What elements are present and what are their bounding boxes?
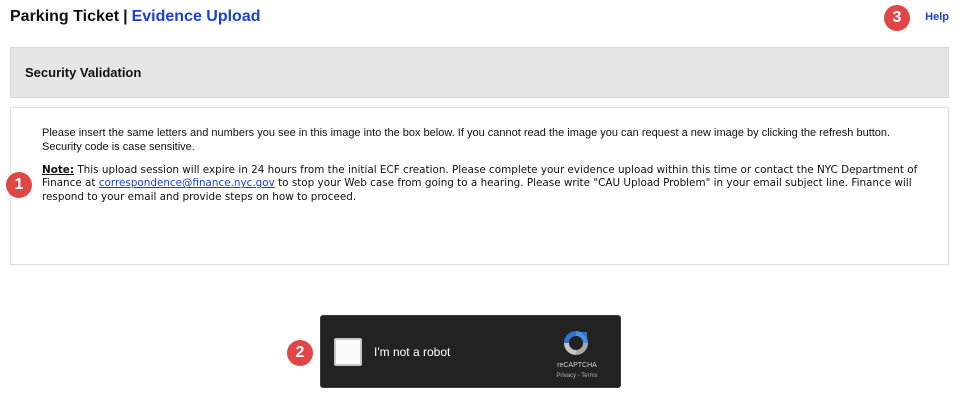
evidence-upload-link[interactable]: Evidence Upload bbox=[132, 8, 261, 25]
annotation-marker-2: 2 bbox=[287, 340, 313, 366]
recaptcha-brand: reCAPTCHA bbox=[557, 362, 597, 369]
not-robot-checkbox[interactable] bbox=[334, 338, 362, 366]
email-link[interactable]: correspondence@finance.nyc.gov bbox=[99, 177, 275, 189]
privacy-link[interactable]: Privacy bbox=[556, 373, 576, 379]
captcha-instructions: Please insert the same letters and numbe… bbox=[42, 127, 891, 153]
security-validation-header: Security Validation bbox=[10, 47, 949, 98]
security-validation-panel: Please insert the same letters and numbe… bbox=[10, 107, 949, 265]
upload-note: Note: This upload session will expire in… bbox=[42, 164, 928, 204]
title-separator: | bbox=[123, 8, 128, 25]
page-header: Parking Ticket | Evidence Upload bbox=[10, 8, 261, 26]
page-title: Parking Ticket bbox=[10, 8, 120, 25]
section-heading: Security Validation bbox=[25, 65, 142, 80]
recaptcha-widget: I'm not a robot reCAPTCHA Privacy - Term… bbox=[320, 315, 621, 388]
annotation-marker-1: 1 bbox=[6, 172, 32, 198]
note-label: Note: bbox=[42, 164, 75, 176]
not-robot-label: I'm not a robot bbox=[374, 345, 451, 359]
annotation-marker-3: 3 bbox=[884, 5, 910, 31]
terms-link[interactable]: Terms bbox=[581, 373, 597, 379]
recaptcha-logo-icon bbox=[564, 331, 588, 355]
recaptcha-links: Privacy - Terms bbox=[547, 373, 607, 379]
help-link[interactable]: Help bbox=[925, 11, 949, 23]
